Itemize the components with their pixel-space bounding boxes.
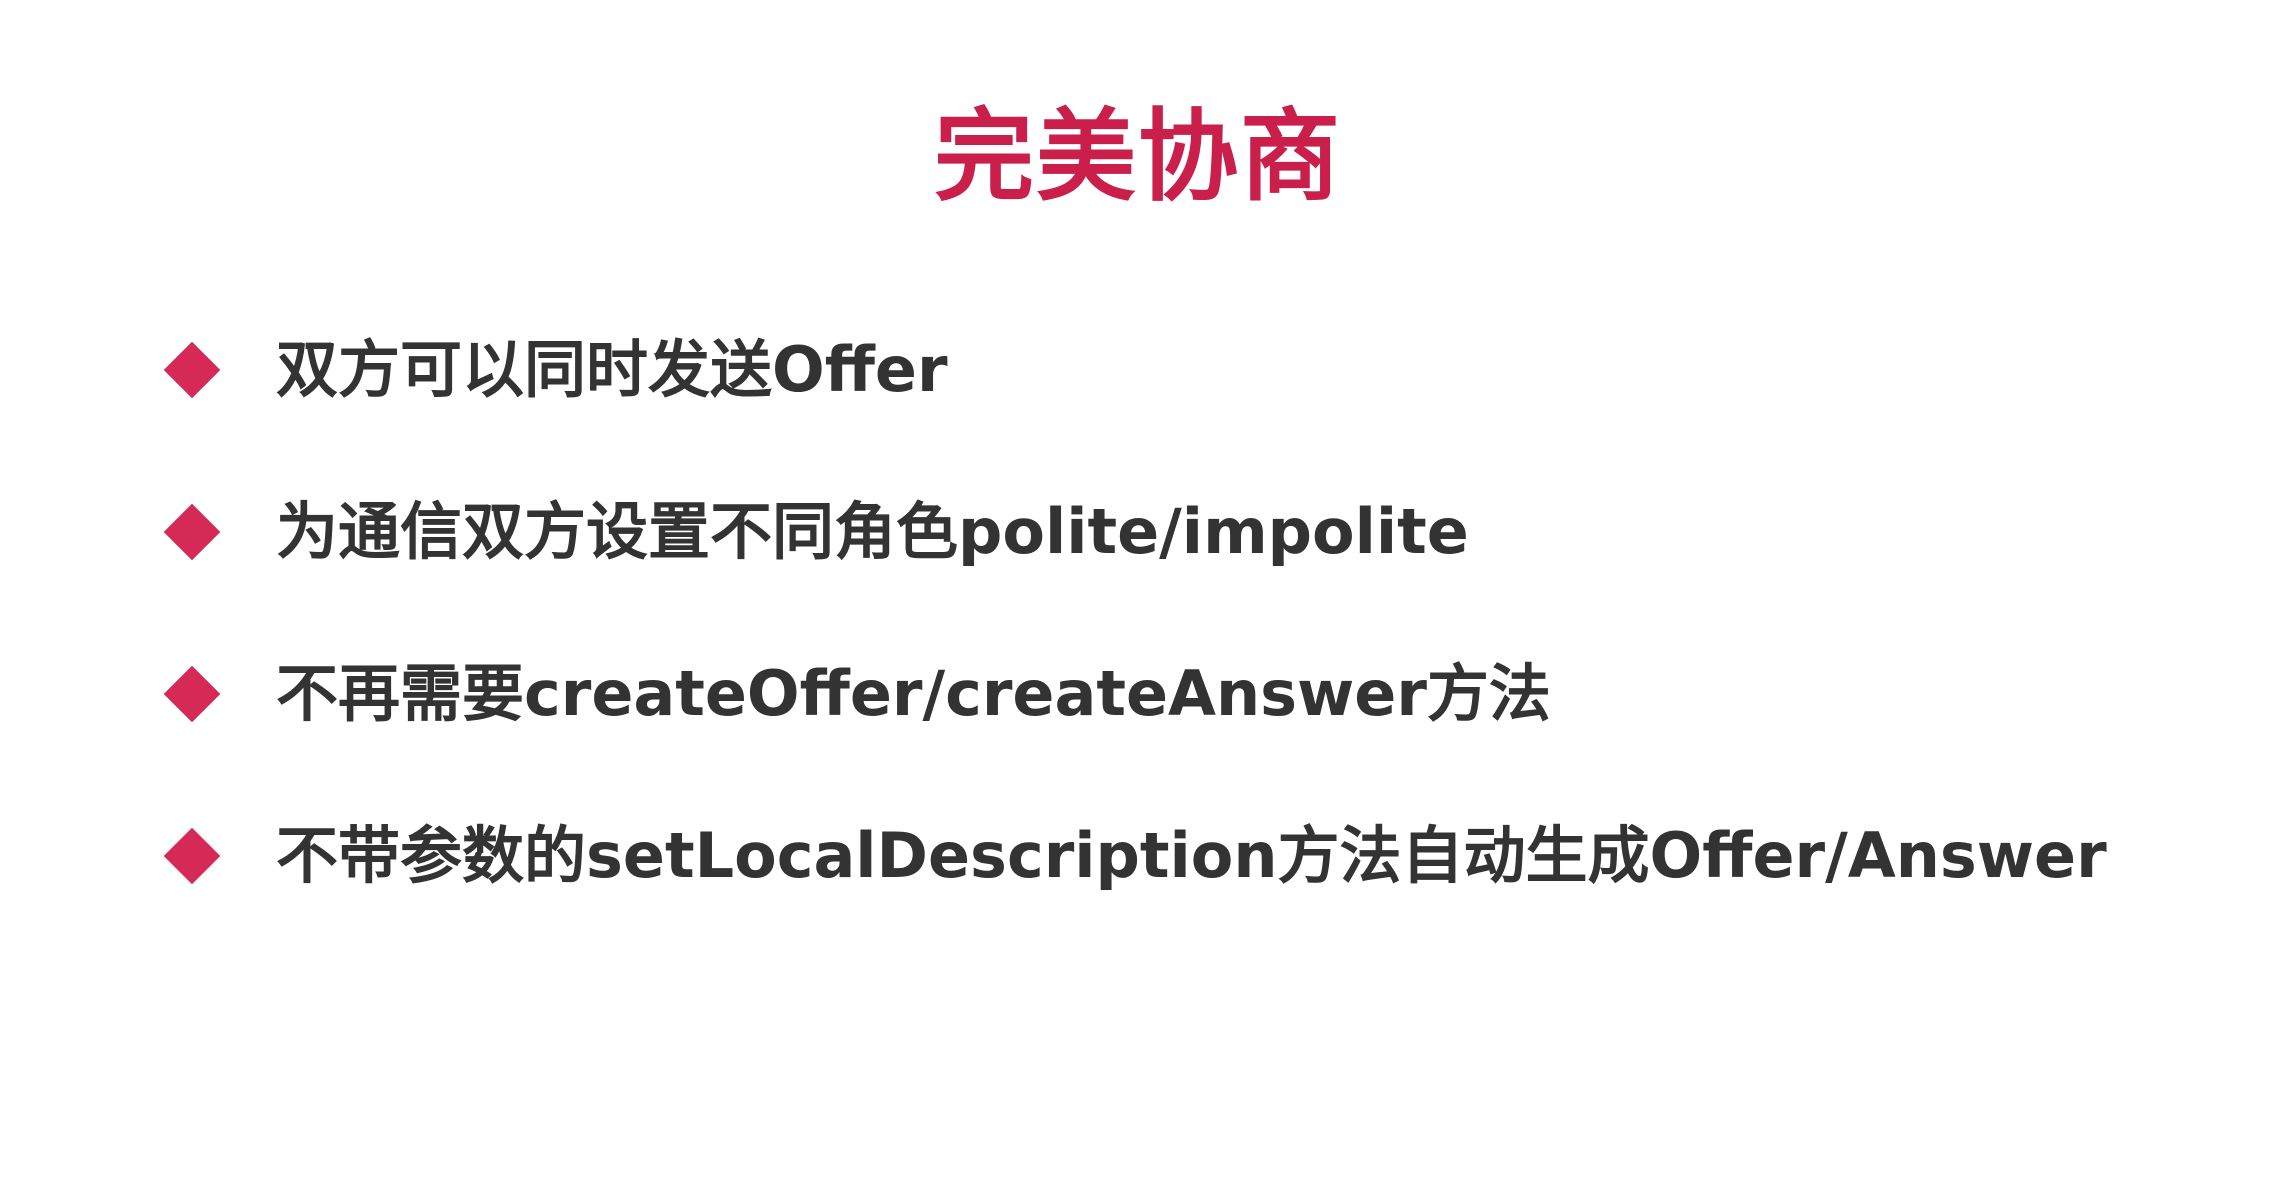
bullet-item: 双方可以同时发送Offer <box>158 320 2238 420</box>
bullet-list: 双方可以同时发送Offer 为通信双方设置不同角色polite/impolite… <box>158 320 2238 968</box>
diamond-icon <box>163 503 221 561</box>
diamond-icon <box>163 665 221 723</box>
slide-title: 完美协商 <box>934 98 1342 215</box>
bullet-item: 不带参数的setLocalDescription方法自动生成Offer/Answ… <box>158 806 2238 906</box>
diamond-icon <box>163 341 221 399</box>
bullet-text: 不带参数的setLocalDescription方法自动生成Offer/Answ… <box>276 819 2107 892</box>
bullet-text: 为通信双方设置不同角色polite/impolite <box>276 495 1469 568</box>
bullet-item: 不再需要createOffer/createAnswer方法 <box>158 644 2238 744</box>
bullet-text: 双方可以同时发送Offer <box>276 333 948 406</box>
diamond-icon <box>163 827 221 885</box>
bullet-item: 为通信双方设置不同角色polite/impolite <box>158 482 2238 582</box>
bullet-text: 不再需要createOffer/createAnswer方法 <box>276 657 1551 730</box>
slide: 完美协商 双方可以同时发送Offer 为通信双方设置不同角色polite/imp… <box>0 0 2276 1178</box>
